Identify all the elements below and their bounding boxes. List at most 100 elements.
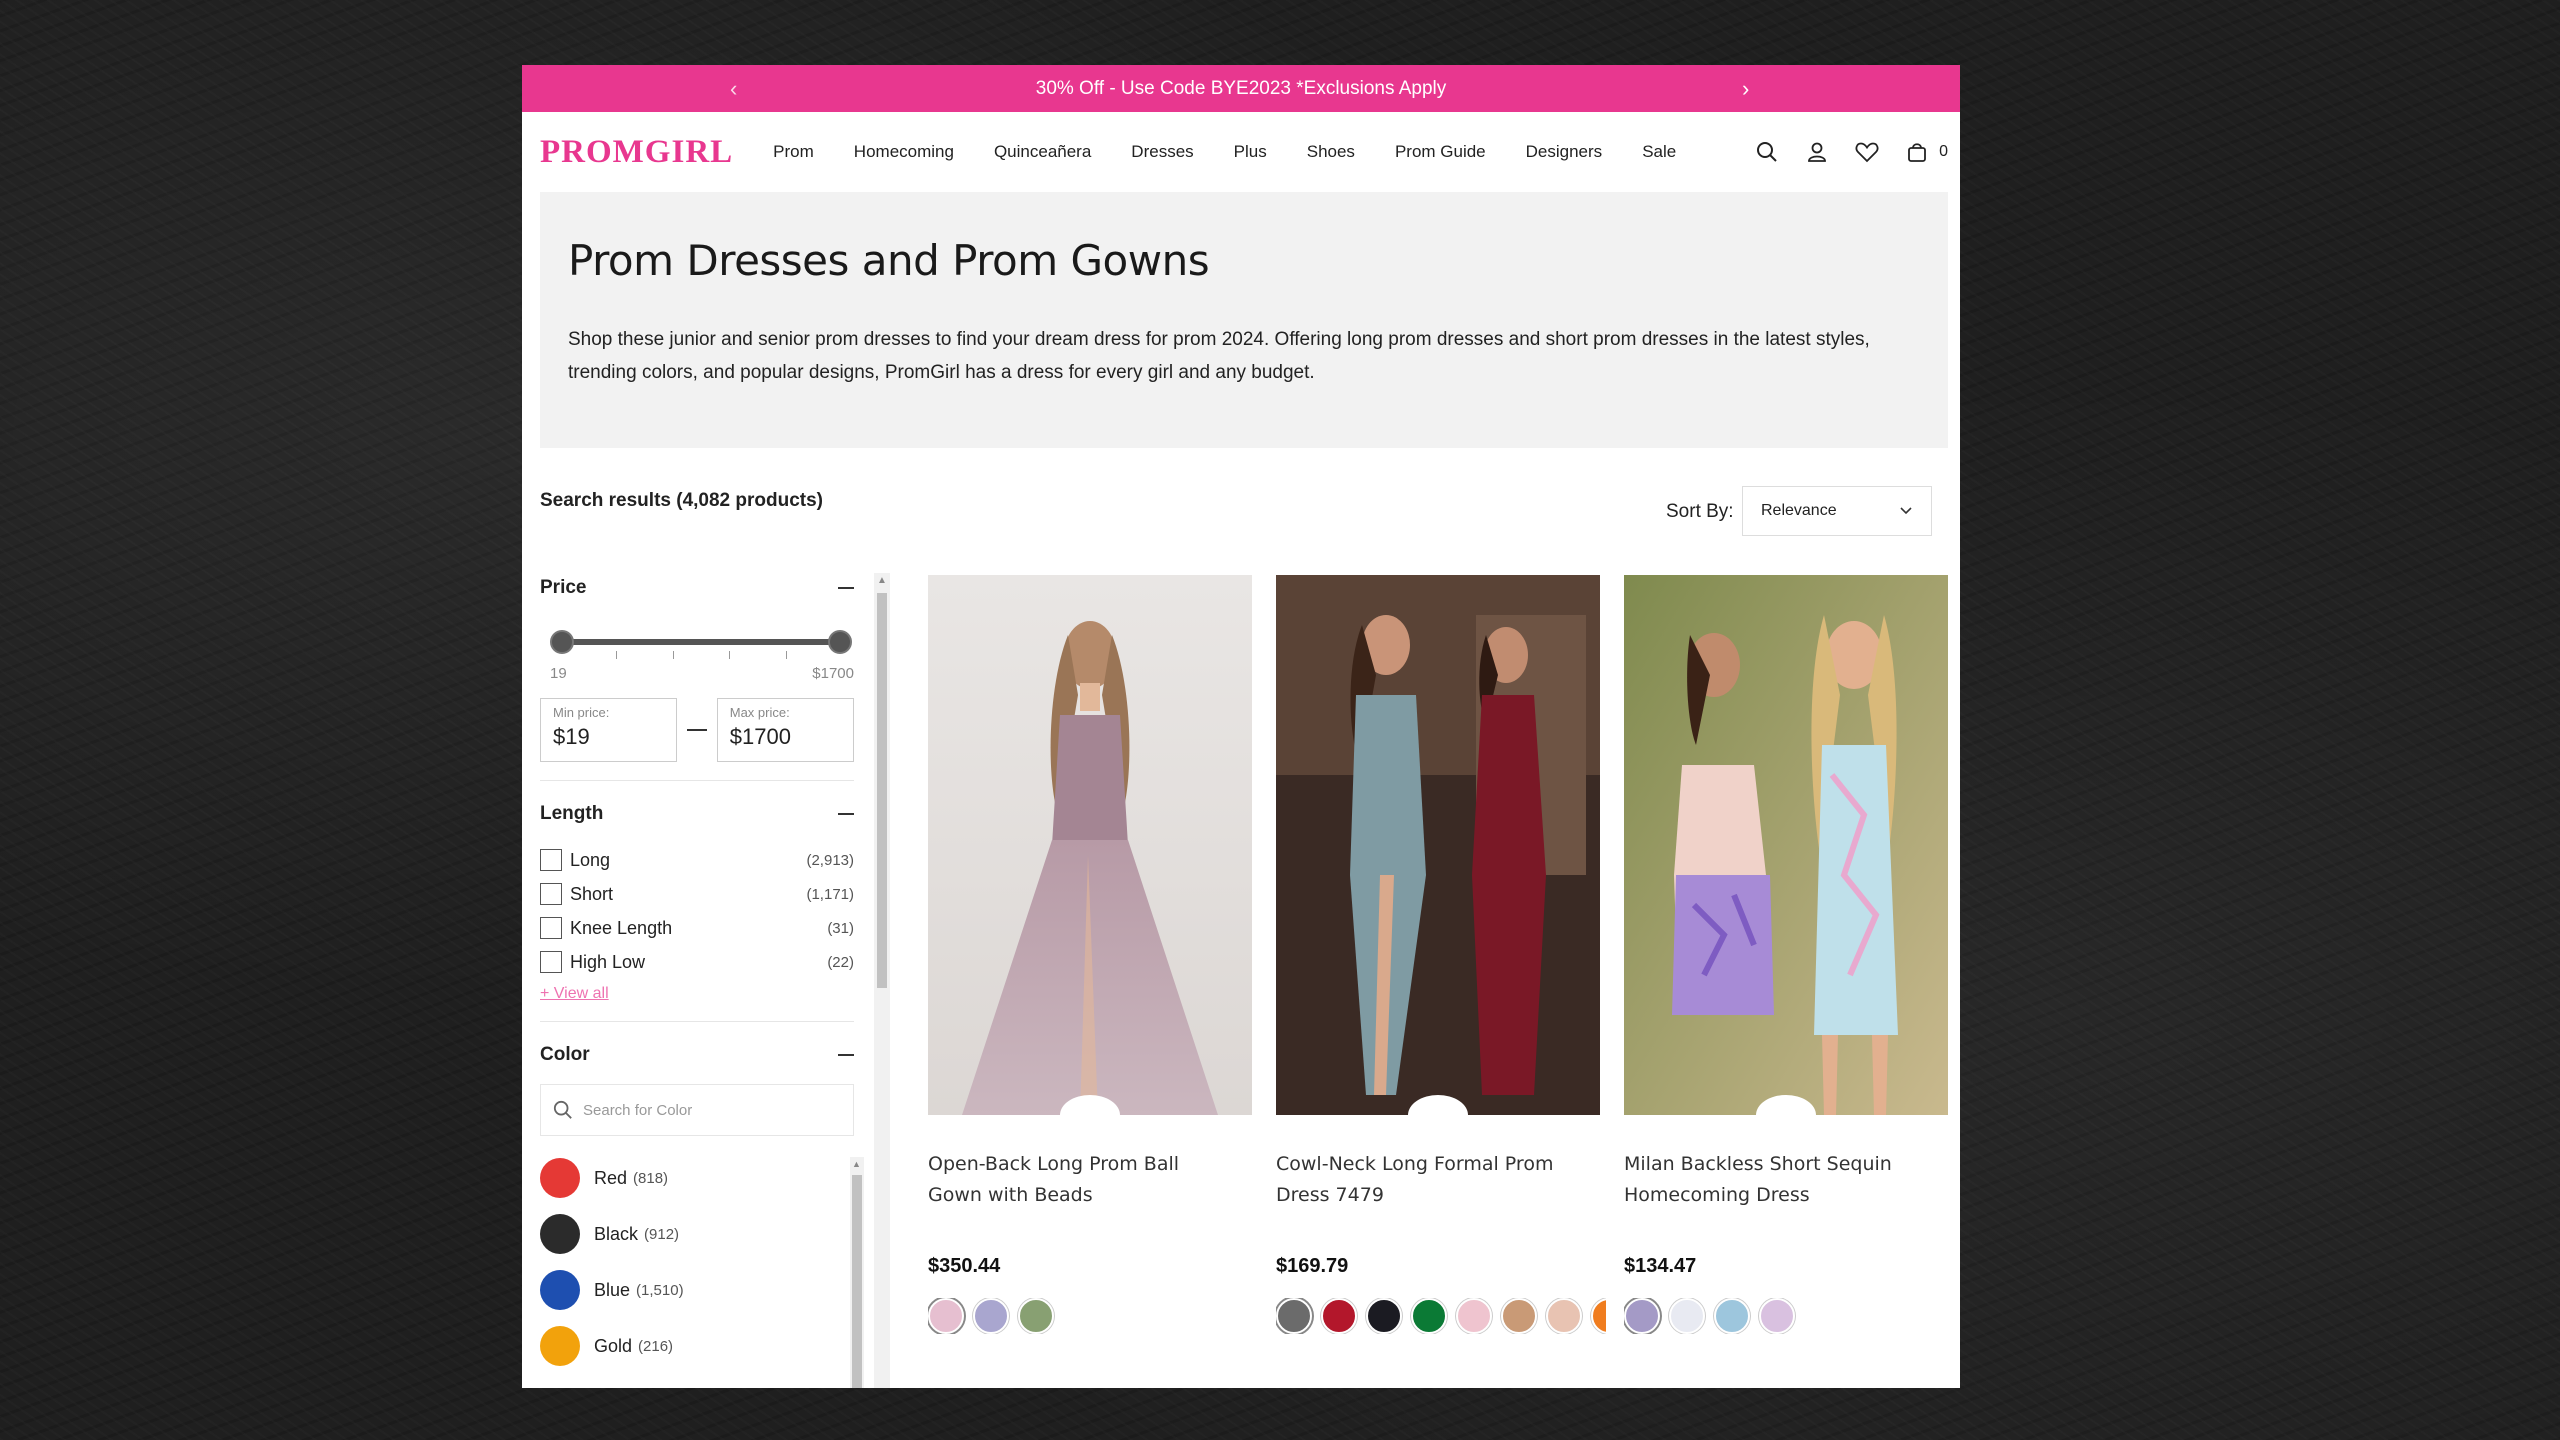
length-option-knee-length[interactable]: Knee Length (31) [540,911,854,945]
results-bar: Search results (4,082 products) Sort By:… [522,448,1960,548]
account-icon[interactable] [1803,138,1831,166]
min-price-field[interactable]: Min price: $19 [540,698,678,762]
scrollbar-thumb[interactable] [852,1175,862,1388]
slider-max-label: $1700 [812,665,854,682]
product-card[interactable]: Open-Back Long Prom Ball Gown with Beads… [928,575,1252,1334]
product-price: $134.47 [1624,1255,1697,1277]
product-name[interactable]: Milan Backless Short Sequin Homecoming D… [1624,1149,1934,1211]
color-swatch[interactable] [928,1298,964,1334]
option-label: Blue [594,1279,631,1300]
nav-item-prom[interactable]: Prom [773,142,814,162]
slider-max-handle[interactable] [828,630,852,654]
product-card[interactable]: Milan Backless Short Sequin Homecoming D… [1624,575,1948,1334]
min-price-label: Min price: [553,705,610,720]
color-list-scrollbar[interactable]: ▲ [850,1157,864,1388]
product-name[interactable]: Cowl-Neck Long Formal Prom Dress 7479 [1276,1149,1586,1211]
search-icon[interactable] [1753,138,1781,166]
nav-item-sale[interactable]: Sale [1642,142,1676,162]
option-count: (818) [633,1169,669,1187]
scroll-up-icon[interactable]: ▲ [852,1159,861,1169]
length-option-short[interactable]: Short (1,171) [540,877,854,911]
logo[interactable]: PROMGIRL [540,134,733,171]
browser-page: ‹ 30% Off - Use Code BYE2023 *Exclusions… [522,65,1960,1388]
promo-banner: ‹ 30% Off - Use Code BYE2023 *Exclusions… [522,65,1960,112]
collapse-icon[interactable] [838,813,854,815]
price-slider[interactable] [540,619,854,659]
nav-item-homecoming[interactable]: Homecoming [854,142,954,162]
view-all-link[interactable]: + View all [540,985,854,1003]
category-description: Shop these junior and senior prom dresse… [568,329,1870,383]
color-swatch[interactable] [1411,1298,1447,1334]
option-count: (1,171) [806,885,854,903]
collapse-icon[interactable] [838,1054,854,1056]
max-price-field[interactable]: Max price: $1700 [716,698,854,762]
facet-title: Length [540,803,604,824]
facet-color-header[interactable]: Color [540,1040,854,1070]
product-price: $169.79 [1276,1255,1349,1277]
color-swatch[interactable] [1669,1298,1705,1334]
color-swatch[interactable] [1321,1298,1357,1334]
promo-text[interactable]: 30% Off - Use Code BYE2023 *Exclusions A… [1036,78,1447,100]
color-option-black[interactable]: Black (912) [540,1206,854,1262]
color-swatch[interactable] [1366,1298,1402,1334]
product-name[interactable]: Open-Back Long Prom Ball Gown with Beads [928,1149,1238,1211]
main-nav: Prom Homecoming Quinceañera Dresses Plus… [773,142,1716,162]
product-image[interactable] [1624,575,1948,1115]
facet-price-header[interactable]: Price [540,573,854,603]
chevron-left-icon[interactable]: ‹ [730,65,737,112]
max-price-value: $1700 [729,724,791,749]
color-option-blue[interactable]: Blue (1,510) [540,1262,854,1318]
color-search-input[interactable]: Search for Color [540,1084,854,1136]
nav-item-prom-guide[interactable]: Prom Guide [1395,142,1486,162]
color-option-gold[interactable]: Gold (216) [540,1318,854,1374]
checkbox[interactable] [540,849,562,871]
color-swatch[interactable] [1546,1298,1582,1334]
color-swatch[interactable] [1591,1298,1606,1334]
nav-item-dresses[interactable]: Dresses [1131,142,1193,162]
slider-min-handle[interactable] [550,630,574,654]
color-swatch[interactable] [1276,1298,1312,1334]
nav-item-designers[interactable]: Designers [1526,142,1603,162]
color-swatch[interactable] [1759,1298,1795,1334]
color-swatch[interactable] [973,1298,1009,1334]
option-count: (22) [827,953,854,971]
nav-item-quinceanera[interactable]: Quinceañera [994,142,1091,162]
collapse-icon[interactable] [838,587,854,589]
checkbox[interactable] [540,917,562,939]
chevron-down-icon [1899,502,1913,520]
product-image[interactable] [1276,575,1600,1115]
scrollbar-thumb[interactable] [877,593,887,988]
slider-ticks [560,651,842,659]
scroll-up-icon[interactable]: ▲ [877,575,887,586]
option-label: Long [570,849,611,870]
option-label: Short [570,883,614,904]
nav-item-shoes[interactable]: Shoes [1307,142,1355,162]
color-swatch[interactable] [1456,1298,1492,1334]
option-label: High Low [570,951,646,972]
heart-icon[interactable] [1853,138,1881,166]
sidebar-scrollbar[interactable]: ▲ [874,573,890,1388]
cart-icon[interactable] [1903,138,1931,166]
product-image[interactable] [928,575,1252,1115]
color-swatch[interactable] [1714,1298,1750,1334]
facet-length-header[interactable]: Length [540,799,854,829]
sort-select[interactable]: Relevance [1742,486,1932,536]
option-label: Gold [594,1335,633,1356]
color-option-red[interactable]: Red (818) [540,1150,854,1206]
slider-min-label: 19 [550,665,567,682]
product-card[interactable]: Cowl-Neck Long Formal Prom Dress 7479 $1… [1276,575,1606,1334]
length-option-long[interactable]: Long (2,913) [540,843,854,877]
checkbox[interactable] [540,951,562,973]
color-swatch[interactable] [1501,1298,1537,1334]
length-option-high-low[interactable]: High Low (22) [540,945,854,979]
color-search-placeholder: Search for Color [583,1101,693,1119]
color-swatch[interactable] [1624,1298,1660,1334]
checkbox[interactable] [540,883,562,905]
nav-item-plus[interactable]: Plus [1234,142,1267,162]
site-header: PROMGIRL Prom Homecoming Quinceañera Dre… [522,112,1960,192]
color-swatch[interactable] [1018,1298,1054,1334]
color-swatch [540,1158,580,1198]
chevron-right-icon[interactable]: › [1742,65,1749,112]
option-count: (31) [827,919,854,937]
facet-title: Price [540,577,587,598]
